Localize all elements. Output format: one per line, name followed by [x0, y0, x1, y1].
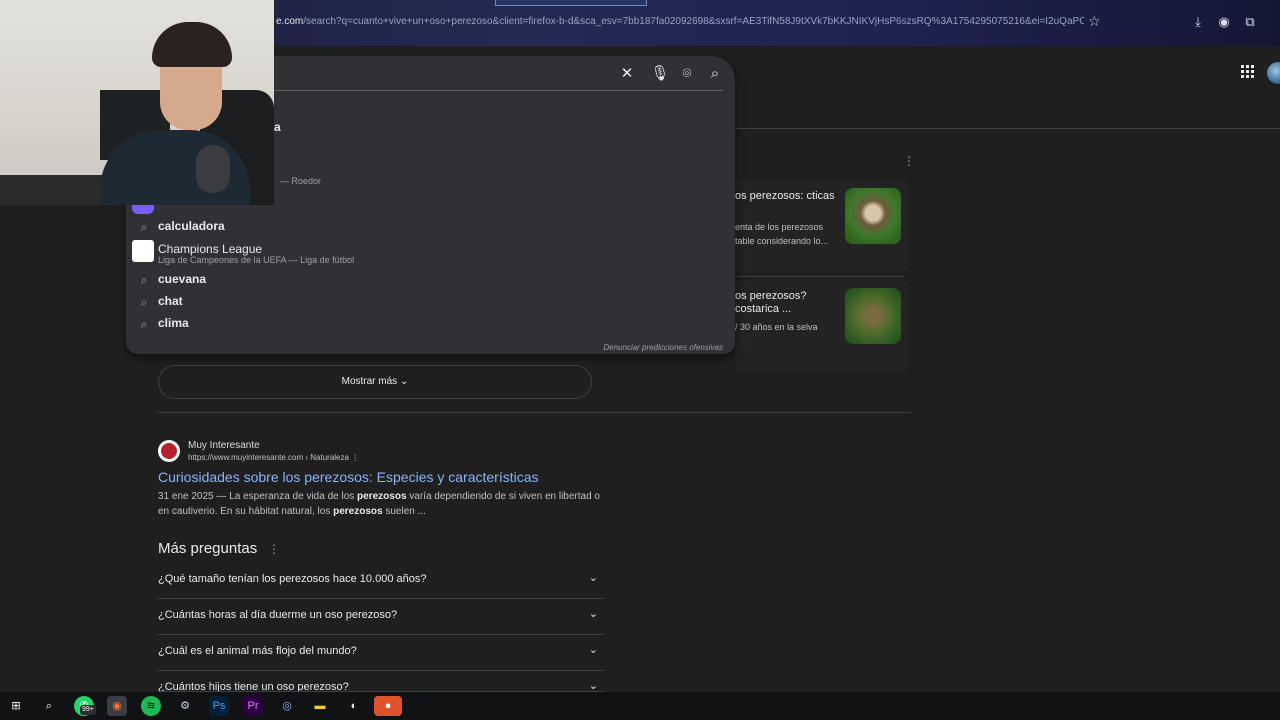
paa-heading: Más preguntas: [158, 540, 258, 557]
star-icon[interactable]: ☆: [1088, 13, 1101, 30]
show-more-button[interactable]: Mostrar más ⌄: [158, 365, 592, 399]
side-card-title: os perezosos: cticas: [735, 190, 835, 202]
avatar[interactable]: [1267, 62, 1280, 84]
side-card[interactable]: os perezosos? costarica ... / 30 años en…: [735, 280, 911, 372]
account-icon[interactable]: ◉: [1216, 14, 1232, 30]
chevron-down-icon: ⌄: [588, 680, 598, 692]
side-card-desc: enta de los perezosos table considerando…: [735, 222, 829, 246]
taskbar: ⊞ ⌕ ✆ 99+ ◉ ≋ ⚙ Ps Pr ◎ ▬ ◐ ●: [0, 692, 1280, 720]
uefa-logo: [132, 240, 154, 262]
apps-grid-icon[interactable]: [1240, 64, 1256, 80]
divider: [735, 276, 905, 277]
kebab-icon[interactable]: ⋮: [268, 542, 280, 556]
paa-question[interactable]: ¿Qué tamaño tenían los perezosos hace 10…: [158, 563, 604, 599]
report-predictions-link[interactable]: Denunciar predicciones ofensivas: [603, 343, 723, 352]
site-favicon[interactable]: [158, 440, 180, 462]
chrome-icon[interactable]: ◎: [277, 696, 297, 716]
suggestion-item[interactable]: ⌕ chat: [126, 291, 735, 313]
mic-icon[interactable]: 🎙: [650, 64, 670, 84]
microphone: [196, 145, 230, 193]
person-hair: [152, 22, 232, 67]
search-icon: ⌕: [140, 295, 148, 309]
shelf: [0, 175, 110, 205]
result-url[interactable]: https://www.muyinteresante.com › Natural…: [188, 453, 359, 462]
result-title-link[interactable]: Curiosidades sobre los perezosos: Especi…: [158, 469, 539, 485]
chevron-down-icon: ⌄: [588, 644, 598, 656]
premiere-icon[interactable]: Pr: [243, 696, 263, 716]
notification-badge: 99+: [80, 705, 96, 715]
kebab-icon[interactable]: ⋮: [351, 453, 359, 462]
extensions-icon[interactable]: ⧉: [1242, 14, 1258, 30]
paa-question[interactable]: ¿Cuántas horas al día duerme un oso pere…: [158, 599, 604, 635]
search-icon: ⌕: [140, 273, 148, 287]
search-icon: ⌕: [140, 220, 148, 234]
paa-question[interactable]: ¿Cuál es el animal más flojo del mundo? ⌄: [158, 635, 604, 671]
partial-suggestion: a: [274, 120, 281, 134]
search-icon[interactable]: ⌕: [705, 64, 725, 84]
sloth-thumbnail: [845, 188, 901, 244]
suggestion-item[interactable]: ⌕ calculadora: [126, 216, 735, 238]
chevron-down-icon: ⌄: [588, 608, 598, 620]
chevron-down-icon: ⌄: [588, 572, 598, 584]
suggestion-item[interactable]: Champions League Liga de Campeones de la…: [126, 240, 735, 268]
suggestion-item[interactable]: ⌕ clima: [126, 313, 735, 335]
active-tab[interactable]: [495, 0, 647, 6]
folder-icon[interactable]: ▬: [310, 696, 330, 716]
more-options-icon[interactable]: ⋮: [903, 154, 915, 168]
partial-suggestion-sub: — Roedor: [280, 176, 322, 186]
webcam-overlay: [0, 0, 274, 205]
paa-question[interactable]: ¿Cuántos hijos tiene un oso perezoso? ⌄: [158, 671, 604, 692]
download-icon[interactable]: ⤓: [1190, 14, 1206, 30]
suggestion-item[interactable]: ⌕ cuevana: [126, 269, 735, 291]
obs-icon[interactable]: ●: [374, 696, 402, 716]
firefox-icon[interactable]: ◉: [107, 696, 127, 716]
steam-icon[interactable]: ⚙: [175, 696, 195, 716]
sloth-thumbnail: [845, 288, 901, 344]
app-icon[interactable]: ◐: [344, 696, 364, 716]
result-snippet: 31 ene 2025 — La esperanza de vida de lo…: [158, 491, 600, 517]
search-icon[interactable]: ⌕: [39, 696, 59, 716]
side-card-desc: / 30 años en la selva: [735, 322, 818, 332]
divider: [158, 412, 911, 413]
spotify-icon[interactable]: ≋: [141, 696, 161, 716]
result-site-name[interactable]: Muy Interesante: [188, 440, 260, 451]
search-icon: ⌕: [140, 317, 148, 331]
side-card[interactable]: os perezosos: cticas enta de los perezos…: [735, 180, 911, 272]
lens-icon[interactable]: ⌾: [677, 64, 697, 84]
url-text: e.com/search?q=cuanto+vive+un+oso+perezo…: [276, 16, 1084, 27]
side-card-title: os perezosos? costarica ...: [735, 290, 807, 315]
windows-icon[interactable]: ⊞: [6, 696, 26, 716]
chevron-down-icon: ⌄: [399, 376, 409, 387]
clear-icon[interactable]: ✕: [617, 64, 637, 84]
photoshop-icon[interactable]: Ps: [209, 696, 229, 716]
